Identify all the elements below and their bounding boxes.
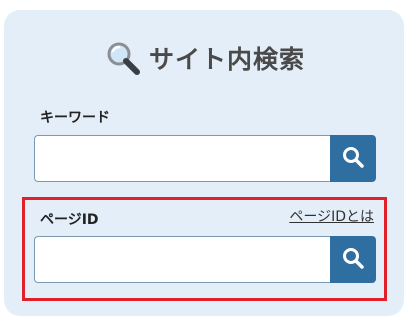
search-icon (341, 145, 365, 172)
page-id-help-link[interactable]: ページIDとは (289, 206, 374, 226)
keyword-label: キーワード (40, 110, 110, 126)
page-title: サイト内検索 (148, 45, 305, 74)
page-id-search-button[interactable] (330, 236, 376, 283)
site-search-header: サイト内検索 (0, 38, 410, 78)
page-id-search-row (34, 236, 376, 283)
magnifier-icon (105, 40, 141, 76)
search-icon (341, 246, 365, 273)
page-id-label: ページID (40, 212, 99, 228)
keyword-search-row (34, 135, 376, 182)
page-id-input[interactable] (34, 236, 330, 283)
keyword-search-button[interactable] (330, 135, 376, 182)
keyword-input[interactable] (34, 135, 330, 182)
